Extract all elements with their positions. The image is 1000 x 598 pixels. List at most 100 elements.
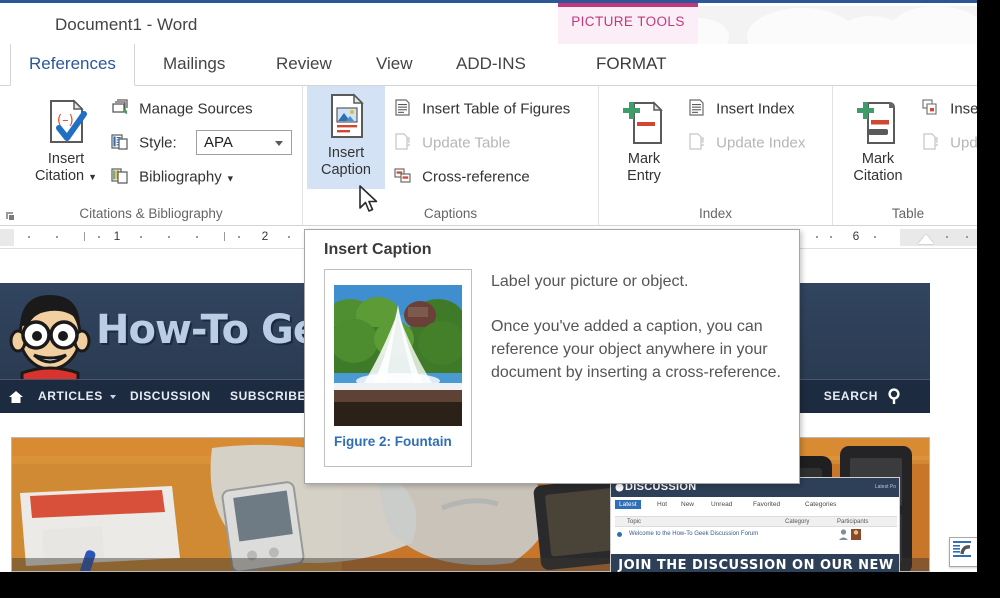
ruler-number-2: 2 — [261, 229, 269, 243]
tab-mailings-label: Mailings — [163, 54, 226, 73]
search-icon[interactable] — [887, 388, 904, 405]
ribbon-group-captions: Insert Caption Insert Table of Figures !… — [303, 86, 599, 225]
forum-tab-favorited[interactable]: Favorited — [753, 501, 780, 508]
insert-citation-button[interactable]: (–) Insert Citation ▼ — [27, 92, 105, 186]
tooltip-title: Insert Caption — [324, 241, 432, 258]
bibliography-item[interactable]: Bibliography ▼ — [110, 166, 235, 189]
forum-col-category: Category — [785, 519, 810, 525]
svg-text:!: ! — [934, 135, 939, 149]
forum-table-header: Topic Category Participants — [615, 516, 897, 527]
forum-tab-latest[interactable]: Latest — [615, 500, 641, 509]
ruler-number-1: 1 — [113, 229, 121, 243]
insert-table-of-figures-label: Insert Table of Figures — [422, 100, 571, 118]
layout-options-button[interactable] — [949, 537, 977, 567]
insert-index-label: Insert Index — [716, 100, 795, 118]
nav-discussion[interactable]: DISCUSSION — [130, 389, 211, 403]
update-table-label: Update Table — [422, 134, 511, 152]
insert-table-of-authorities-item[interactable]: Inse — [921, 98, 977, 121]
forum-table-row[interactable]: Welcome to the How-To Geek Discussion Fo… — [615, 529, 897, 543]
discussion-forum-widget[interactable]: DISCUSSION Latest Po Latest Hot New Unre… — [610, 477, 900, 572]
table-of-figures-icon — [393, 98, 412, 121]
tab-review[interactable]: Review — [258, 44, 350, 86]
ruler-number-6: 6 — [852, 229, 860, 243]
tab-format[interactable]: FORMAT — [578, 44, 685, 86]
tooltip-thumbnail-box: Figure 2: Fountain — [324, 269, 472, 467]
forum-tab-unread[interactable]: Unread — [711, 501, 732, 508]
tab-references-label: References — [29, 54, 116, 73]
mark-entry-label-line2: Entry — [627, 168, 661, 184]
nav-subscribe[interactable]: SUBSCRIBE — [230, 389, 306, 403]
fountain-thumbnail-image — [334, 285, 462, 426]
svg-text:!: ! — [700, 135, 705, 149]
insert-caption-button[interactable]: Insert Caption — [307, 86, 385, 189]
ribbon: (–) Insert Citation ▼ Manage Sources Sty… — [0, 86, 977, 226]
discussion-bubble-icon — [615, 483, 624, 492]
ribbon-group-index: Mark Entry Insert Index ! Update Index I… — [599, 86, 833, 225]
nav-articles[interactable]: ARTICLES — [38, 389, 103, 403]
forum-row-topic[interactable]: Welcome to the How-To Geek Discussion Fo… — [629, 531, 758, 537]
update-table-of-authorities-item: ! Upd — [921, 132, 977, 155]
forum-tab-row: Latest Hot New Unread Favorited Categori… — [615, 500, 897, 514]
layout-options-icon — [953, 541, 971, 557]
forum-cta-text: JOIN THE DISCUSSION ON OUR NEW FORUM — [618, 558, 894, 572]
forum-call-to-action[interactable]: JOIN THE DISCUSSION ON OUR NEW FORUM — [611, 554, 899, 572]
tab-add-ins[interactable]: ADD-INS — [438, 44, 544, 86]
insert-caption-tooltip: Insert Caption Figure 2: Fountain Label … — [304, 229, 800, 484]
ruler-indent-marker[interactable] — [918, 234, 934, 244]
update-index-item: ! Update Index — [687, 132, 805, 155]
screenshot-frame-bottom — [0, 572, 1000, 598]
screenshot-root: Document1 - Word PICTURE TOOLS Reference… — [0, 0, 1000, 598]
mark-entry-label-line1: Mark — [627, 151, 661, 167]
cross-reference-item[interactable]: Cross-reference — [393, 166, 530, 189]
svg-text:!: ! — [406, 135, 411, 149]
picture-tools-label: PICTURE TOOLS — [571, 14, 685, 29]
tab-references[interactable]: References — [10, 44, 135, 86]
insert-citation-dropdown-caret-icon[interactable]: ▼ — [88, 172, 97, 182]
nav-articles-caret-icon[interactable] — [110, 395, 116, 399]
insert-index-item[interactable]: Insert Index — [687, 98, 795, 121]
bibliography-label: Bibliography — [139, 168, 222, 186]
mouse-pointer-icon — [359, 185, 378, 212]
tab-view-label: View — [376, 54, 413, 73]
nav-discussion-label: DISCUSSION — [130, 389, 211, 403]
tab-view[interactable]: View — [358, 44, 431, 86]
nav-subscribe-label: SUBSCRIBE — [230, 389, 307, 403]
ribbon-tab-strip: References Mailings Review View ADD-INS … — [0, 44, 977, 86]
tooltip-paragraph-1: Label your picture or object. — [491, 273, 689, 290]
tab-mailings[interactable]: Mailings — [145, 44, 243, 86]
update-table-of-authorities-icon: ! — [921, 132, 940, 155]
mark-citation-button[interactable]: Mark Citation — [839, 92, 917, 185]
table-of-authorities-group-title: Table — [891, 206, 925, 221]
word-window: Document1 - Word PICTURE TOOLS Reference… — [0, 0, 977, 572]
manage-sources-item[interactable]: Manage Sources — [110, 98, 253, 121]
update-table-item: ! Update Table — [393, 132, 510, 155]
cross-reference-label: Cross-reference — [422, 168, 530, 186]
forum-tab-hot[interactable]: Hot — [657, 501, 667, 508]
insert-index-icon — [687, 98, 706, 121]
update-index-label: Update Index — [716, 134, 806, 152]
unread-dot-icon — [617, 532, 622, 537]
ribbon-group-table-of-authorities: Mark Citation Inse ! Upd Table — [833, 86, 977, 225]
nav-articles-label: ARTICLES — [38, 389, 103, 403]
mark-citation-label-line1: Mark — [861, 151, 895, 167]
insert-table-of-figures-item[interactable]: Insert Table of Figures — [393, 98, 570, 121]
insert-caption-label-line2: Caption — [321, 162, 371, 178]
insert-table-of-authorities-icon — [921, 98, 940, 121]
mark-entry-button[interactable]: Mark Entry — [605, 92, 683, 185]
insert-caption-label-line1: Insert — [327, 145, 365, 161]
style-item: Style: — [110, 132, 177, 155]
forum-col-participants: Participants — [837, 519, 869, 525]
style-icon — [110, 132, 129, 155]
chevron-down-icon[interactable] — [275, 141, 283, 146]
forum-tab-new[interactable]: New — [681, 501, 694, 508]
bibliography-dropdown-caret-icon[interactable]: ▼ — [226, 173, 235, 183]
manage-sources-icon — [110, 98, 129, 121]
home-icon[interactable] — [8, 389, 24, 405]
citation-style-select[interactable]: APA — [196, 130, 292, 155]
banner-search-label[interactable]: SEARCH — [824, 389, 878, 403]
screenshot-frame-right — [977, 0, 1000, 598]
insert-citation-label-line2: Citation — [34, 168, 85, 184]
tab-review-label: Review — [276, 54, 332, 73]
forum-tab-categories[interactable]: Categories — [805, 501, 836, 508]
mark-entry-icon — [623, 101, 663, 144]
